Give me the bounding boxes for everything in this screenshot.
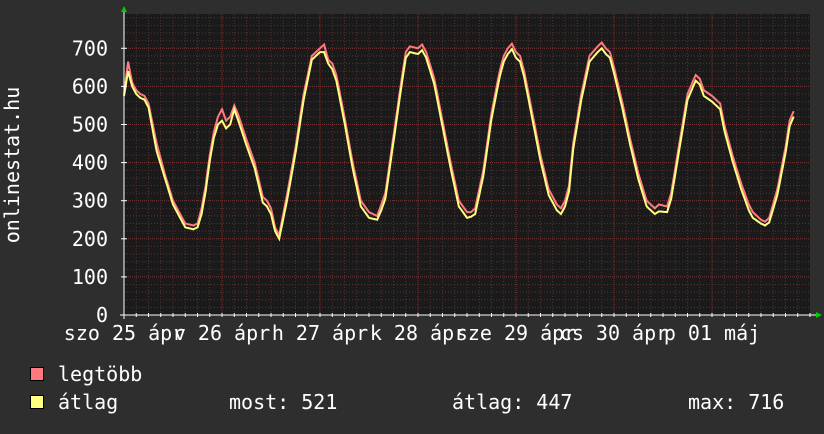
y-tick-label: 600 xyxy=(72,74,108,98)
y-tick-label: 500 xyxy=(72,112,108,136)
y-tick-label: 100 xyxy=(72,265,108,289)
legend-item-legtobb: legtöbb xyxy=(30,362,142,386)
x-tick-label: szo 25 ápr xyxy=(64,321,184,345)
y-axis-label: onlinestat.hu xyxy=(0,87,24,244)
x-tick-label: cs 30 ápr xyxy=(560,321,668,345)
x-tick-label: p 01 máj xyxy=(664,321,760,345)
chart: 0 100 200 300 400 500 600 700 szo 25 ápr v 26 áp… xyxy=(0,0,824,430)
legend-swatch-atlag xyxy=(30,395,44,409)
y-tick-label: 400 xyxy=(72,151,108,175)
stat-max: max: 716 xyxy=(688,390,785,414)
stat-now: most: 521 xyxy=(229,390,338,414)
y-tick-labels: 0100200300400500600700 xyxy=(72,36,108,327)
y-axis-arrow xyxy=(121,6,127,12)
legend-label-legtobb: legtöbb xyxy=(58,362,143,386)
y-tick-label: 200 xyxy=(72,227,108,251)
x-tick-label: sze 29 ápr xyxy=(456,321,576,345)
x-tick-labels: szo 25 áprv 26 ápr h 27 ápr k 28 áprsze 29… xyxy=(64,321,760,345)
y-tick-label: 700 xyxy=(72,36,108,60)
x-axis-arrow xyxy=(816,312,822,318)
x-tick-label: k 28 ápr xyxy=(370,321,466,345)
x-tick-label: v 26 ápr xyxy=(174,321,270,345)
stat-average: átlag: 447 xyxy=(452,390,573,414)
legend-swatch-legtobb xyxy=(30,367,44,381)
x-tick-label: h 27 ápr xyxy=(272,321,368,345)
legend-label-atlag: átlag xyxy=(58,390,119,414)
legend-item-atlag: átlag xyxy=(30,390,118,414)
y-tick-label: 300 xyxy=(72,189,108,213)
